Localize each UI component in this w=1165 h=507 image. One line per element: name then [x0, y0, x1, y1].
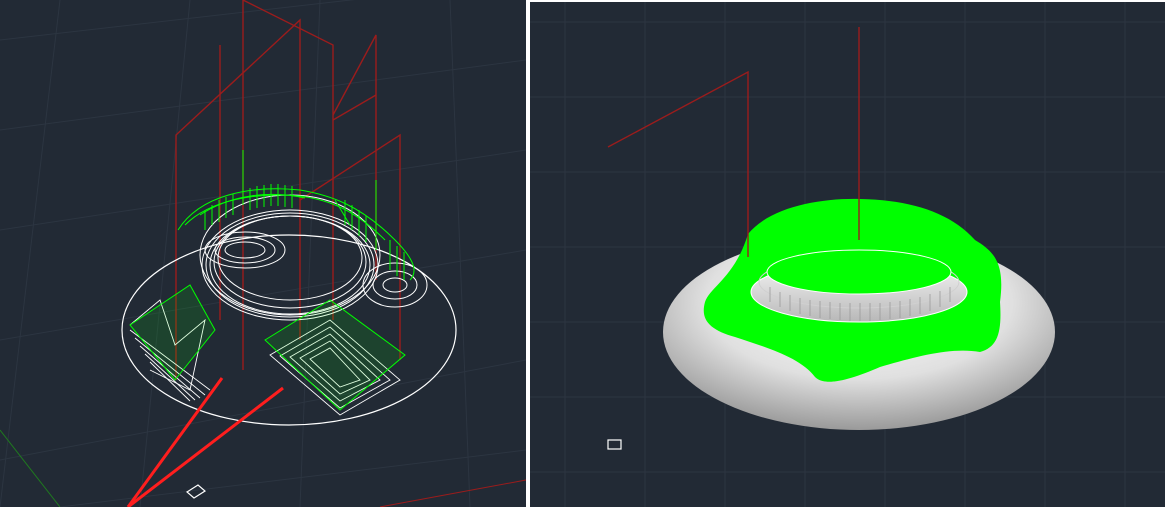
left-viewport[interactable] — [0, 0, 526, 507]
ring-boss — [750, 249, 968, 323]
left-viewport-canvas — [0, 0, 526, 507]
world-axes — [0, 377, 526, 507]
toolpath-rings — [199, 194, 428, 321]
right-viewport[interactable] — [530, 2, 1165, 507]
right-viewport-canvas — [530, 2, 1165, 507]
ucs-icon — [607, 439, 622, 450]
